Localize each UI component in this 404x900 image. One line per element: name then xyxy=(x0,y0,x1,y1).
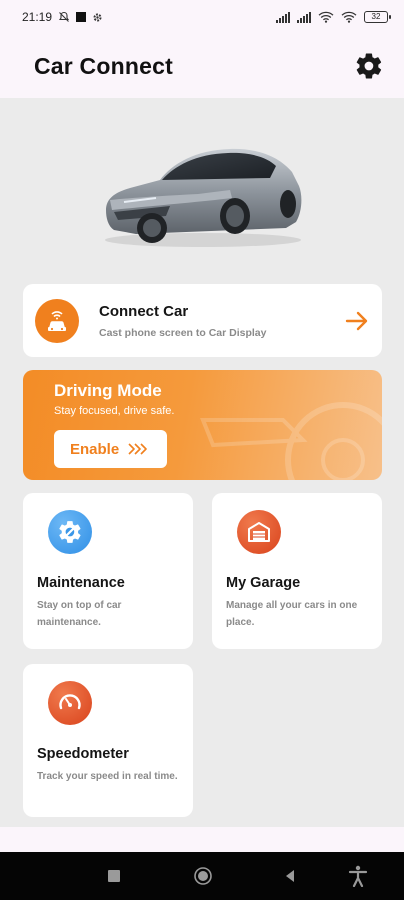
speedometer-description: Track your speed in real time. xyxy=(37,771,178,782)
status-bar: 21:19 32 xyxy=(0,0,404,34)
back-button[interactable] xyxy=(280,866,300,886)
accessibility-button[interactable] xyxy=(348,865,368,887)
gear-small-icon xyxy=(93,12,102,22)
enable-button-label: Enable xyxy=(70,440,120,458)
status-time: 21:19 xyxy=(22,10,53,24)
wifi-icon xyxy=(318,11,334,23)
home-icon xyxy=(194,867,212,885)
battery-icon: 32 xyxy=(364,11,391,23)
signal-icon xyxy=(297,11,311,23)
gear-icon xyxy=(356,53,382,79)
square-icon xyxy=(76,12,87,22)
driving-mode-card: Driving Mode Stay focused, drive safe. E… xyxy=(23,370,382,480)
page-title: Car Connect xyxy=(34,52,173,79)
recents-button[interactable] xyxy=(104,866,124,886)
arrow-right-icon[interactable] xyxy=(344,308,370,334)
maintenance-description: Stay on top of car maintenance. xyxy=(37,600,122,628)
my-garage-title: My Garage xyxy=(226,575,301,591)
connect-car-subtitle: Cast phone screen to Car Display xyxy=(99,326,267,339)
notification-muted-icon xyxy=(59,11,70,22)
signal-icon xyxy=(276,11,290,23)
recents-icon xyxy=(108,870,120,882)
driving-mode-title: Driving Mode xyxy=(54,381,162,400)
double-chevron-right-icon xyxy=(128,443,147,455)
car-cast-icon xyxy=(35,298,79,343)
accessibility-icon xyxy=(348,865,368,887)
maintenance-tile[interactable]: Maintenance Stay on top of car maintenan… xyxy=(23,493,193,649)
enable-button[interactable]: Enable xyxy=(54,430,167,468)
settings-button[interactable] xyxy=(352,49,386,83)
gear-wrench-icon xyxy=(48,510,92,554)
driving-mode-subtitle: Stay focused, drive safe. xyxy=(54,405,175,417)
my-garage-tile[interactable]: My Garage Manage all your cars in one pl… xyxy=(212,493,382,649)
speedometer-title: Speedometer xyxy=(37,746,129,762)
car-image xyxy=(105,148,302,247)
speedometer-icon xyxy=(48,681,92,725)
back-icon xyxy=(286,870,294,882)
connect-car-card[interactable]: Connect Car Cast phone screen to Car Dis… xyxy=(23,284,382,357)
app-bar: Car Connect xyxy=(0,34,404,98)
system-nav-bar xyxy=(0,852,404,900)
dashboard-watermark xyxy=(200,402,382,480)
home-button[interactable] xyxy=(193,866,213,886)
bottom-app-strip xyxy=(0,827,404,852)
my-garage-description: Manage all your cars in one place. xyxy=(226,600,358,628)
maintenance-title: Maintenance xyxy=(37,575,125,591)
wifi-icon xyxy=(341,11,357,23)
speedometer-tile[interactable]: Speedometer Track your speed in real tim… xyxy=(23,664,193,817)
connect-car-title: Connect Car xyxy=(99,302,189,320)
garage-icon xyxy=(237,510,281,554)
